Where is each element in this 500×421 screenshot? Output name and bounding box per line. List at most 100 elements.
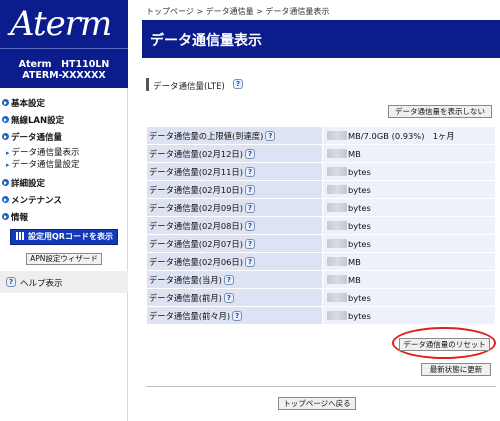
table-row: データ通信量(前々月)? bytes	[146, 306, 496, 325]
redacted-value	[327, 184, 347, 194]
row-value-text: MB	[348, 256, 361, 267]
redacted-value	[327, 148, 347, 158]
row-key-label: データ通信量(02月08日)	[149, 220, 243, 231]
question-icon[interactable]: ?	[223, 293, 234, 303]
divider	[146, 386, 496, 387]
device-info: Aterm HT110LN ATERM-XXXXXX	[0, 48, 128, 88]
sub-bullet-icon: ▸	[6, 149, 10, 157]
row-value-text: MB	[348, 148, 361, 159]
row-key-label: データ通信量の上限値(到達度)	[149, 130, 264, 141]
apn-wizard-button[interactable]: APN設定ウィザード	[26, 253, 102, 265]
nav-label: 無線LAN設定	[11, 116, 65, 126]
page-title: データ通信量表示	[150, 33, 262, 49]
table-row: データ通信量(02月06日)? MB	[146, 252, 496, 271]
row-key: データ通信量(02月07日)?	[146, 234, 323, 253]
redacted-value	[327, 238, 347, 248]
row-value-text: bytes	[348, 202, 371, 213]
question-icon[interactable]: ?	[244, 221, 255, 231]
row-value: bytes	[322, 180, 496, 199]
row-key-label: データ通信量(前々月)	[149, 310, 231, 321]
aterm-logo: Aterm	[10, 4, 112, 44]
question-icon[interactable]: ?	[244, 257, 255, 267]
nav-wireless-lan[interactable]: 無線LAN設定	[2, 114, 64, 126]
question-icon[interactable]: ?	[244, 239, 255, 249]
refresh-button[interactable]: 最新状態に更新	[421, 363, 491, 376]
nav-data-usage[interactable]: データ通信量	[2, 131, 62, 143]
table-row: データ通信量の上限値(到達度)? MB/7.0GB (0.93%) 1ヶ月	[146, 126, 496, 145]
table-row: データ通信量(02月10日)? bytes	[146, 180, 496, 199]
row-key-label: データ通信量(02月11日)	[149, 166, 243, 177]
subnav-data-usage-settings[interactable]: ▸ データ通信量設定	[6, 158, 80, 170]
redacted-value	[327, 292, 347, 302]
device-id: ATERM-XXXXXX	[22, 70, 106, 81]
subnav-label: データ通信量表示	[11, 148, 80, 158]
question-icon[interactable]: ?	[244, 185, 255, 195]
question-icon[interactable]: ?	[232, 311, 243, 321]
row-key-label: データ通信量(当月)	[149, 274, 222, 285]
nav-basic-settings[interactable]: 基本設定	[2, 97, 45, 109]
row-key: データ通信量(02月11日)?	[146, 162, 323, 181]
table-row: データ通信量(前月)? bytes	[146, 288, 496, 307]
row-key: データ通信量(02月08日)?	[146, 216, 323, 235]
redacted-value	[327, 130, 347, 140]
table-row: データ通信量(02月12日)? MB	[146, 144, 496, 163]
question-icon[interactable]: ?	[244, 167, 255, 177]
row-value-text: MB	[348, 274, 361, 285]
sub-bullet-icon: ▸	[6, 161, 10, 169]
help-link[interactable]: ? ヘルプ表示	[0, 271, 128, 293]
back-to-top-button[interactable]: トップページへ戻る	[278, 397, 356, 410]
show-qr-code-button[interactable]: 設定用QRコードを表示	[10, 229, 118, 245]
redacted-value	[327, 256, 347, 266]
arrow-bullet-icon	[2, 213, 9, 220]
question-icon: ?	[6, 277, 16, 287]
row-key: データ通信量(02月10日)?	[146, 180, 323, 199]
nav-label: メンテナンス	[11, 196, 62, 206]
redacted-value	[327, 310, 347, 320]
row-value-text: bytes	[348, 166, 371, 177]
question-icon[interactable]: ?	[265, 131, 276, 141]
breadcrumb[interactable]: トップページ > データ通信量 > データ通信量表示	[146, 6, 329, 17]
row-value-text: bytes	[348, 310, 371, 321]
nav-maintenance[interactable]: メンテナンス	[2, 194, 62, 206]
data-usage-table: データ通信量の上限値(到達度)? MB/7.0GB (0.93%) 1ヶ月 デー…	[146, 126, 496, 325]
sidebar: Aterm Aterm HT110LN ATERM-XXXXXX 基本設定 無線…	[0, 0, 128, 421]
row-value-text: bytes	[348, 292, 371, 303]
nav-label: 詳細設定	[11, 179, 46, 189]
row-value-text: MB/7.0GB (0.93%) 1ヶ月	[348, 130, 455, 141]
row-key-label: データ通信量(02月12日)	[149, 148, 243, 159]
row-key: データ通信量(前々月)?	[146, 306, 323, 325]
row-key: データ通信量(前月)?	[146, 288, 323, 307]
hide-data-usage-button[interactable]: データ通信量を表示しない	[388, 105, 492, 118]
row-value: MB	[322, 270, 496, 289]
nav-advanced-settings[interactable]: 詳細設定	[2, 177, 45, 189]
table-row: データ通信量(02月08日)? bytes	[146, 216, 496, 235]
question-icon[interactable]: ?	[223, 275, 234, 285]
row-value: bytes	[322, 198, 496, 217]
arrow-bullet-icon	[2, 116, 9, 123]
question-icon[interactable]: ?	[244, 203, 255, 213]
subnav-data-usage-display[interactable]: ▸ データ通信量表示	[6, 146, 80, 158]
question-icon[interactable]: ?	[233, 79, 243, 89]
row-key-label: データ通信量(02月07日)	[149, 238, 243, 249]
model-name: Aterm HT110LN	[18, 59, 110, 70]
section-marker	[146, 78, 149, 91]
row-value: MB/7.0GB (0.93%) 1ヶ月	[322, 126, 496, 145]
row-value-text: bytes	[348, 238, 371, 249]
row-value: bytes	[322, 306, 496, 325]
question-icon[interactable]: ?	[244, 149, 255, 159]
redacted-value	[327, 202, 347, 212]
redacted-value	[327, 220, 347, 230]
logo-area: Aterm	[0, 0, 128, 48]
help-label: ヘルプ表示	[20, 279, 63, 289]
row-value-text: bytes	[348, 184, 371, 195]
row-value: MB	[322, 144, 496, 163]
nav-information[interactable]: 情報	[2, 211, 28, 223]
row-key: データ通信量(当月)?	[146, 270, 323, 289]
subnav-label: データ通信量設定	[11, 160, 80, 170]
row-value: bytes	[322, 216, 496, 235]
row-key-label: データ通信量(02月06日)	[149, 256, 243, 267]
row-value: bytes	[322, 162, 496, 181]
row-key-label: データ通信量(02月09日)	[149, 202, 243, 213]
table-row: データ通信量(02月07日)? bytes	[146, 234, 496, 253]
reset-data-usage-button[interactable]: データ通信量のリセット	[399, 338, 490, 351]
